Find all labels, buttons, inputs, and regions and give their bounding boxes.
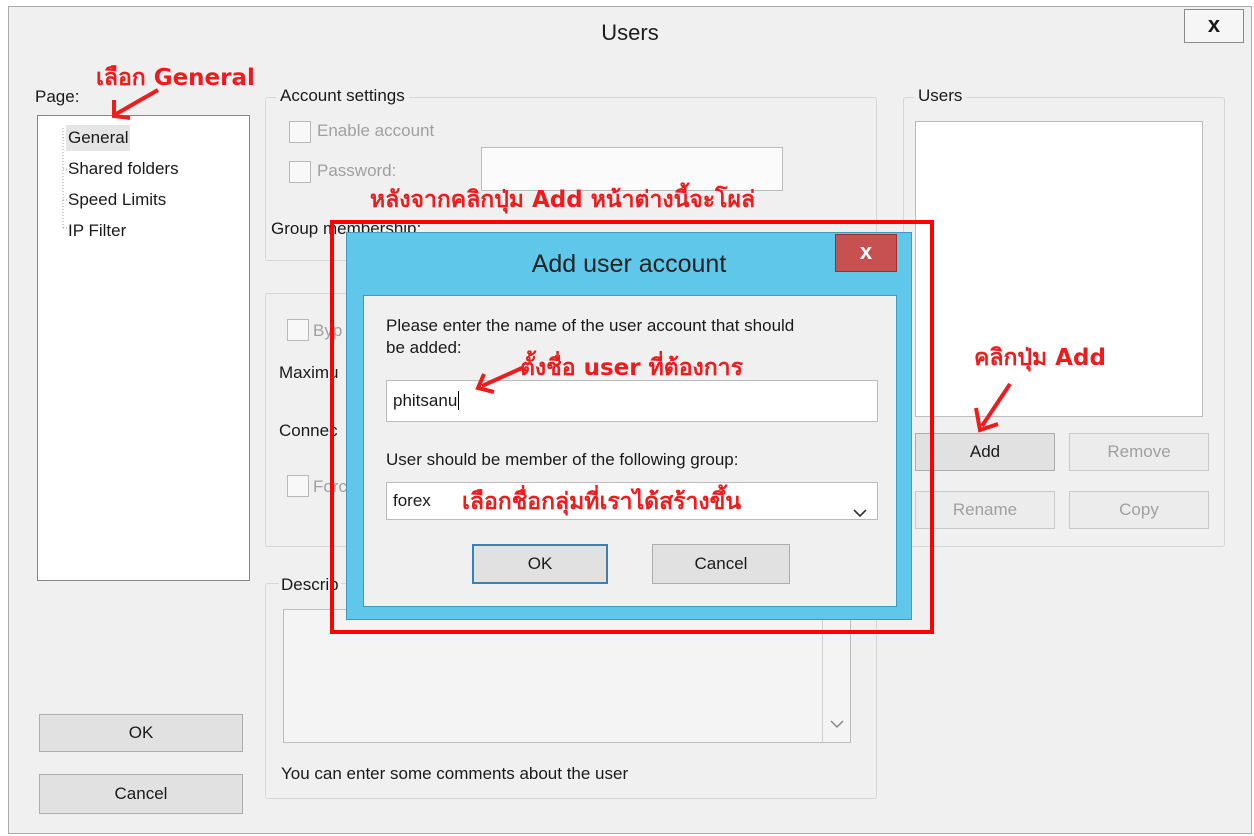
username-input[interactable]: phitsanu: [386, 380, 878, 422]
page-tree[interactable]: General Shared folders Speed Limits IP F…: [37, 115, 250, 581]
chevron-down-icon[interactable]: [853, 495, 867, 531]
users-group-title: Users: [914, 86, 967, 106]
tree-item-ip-filter[interactable]: IP Filter: [66, 218, 128, 244]
window-title: Users: [601, 20, 659, 45]
tree-item-speed-limits[interactable]: Speed Limits: [66, 187, 168, 213]
username-value: phitsanu: [393, 391, 458, 410]
copy-button[interactable]: Copy: [1069, 491, 1209, 529]
enable-account-checkbox[interactable]: [289, 121, 311, 143]
annotation-click-add: คลิกปุ่ม Add: [974, 345, 1106, 371]
dialog-title: Add user account: [531, 250, 727, 278]
group-select-label: User should be member of the following g…: [386, 450, 739, 469]
add-button[interactable]: Add: [915, 433, 1055, 471]
force-checkbox[interactable]: [287, 475, 309, 497]
arrow-annotation-icon: [974, 382, 1012, 433]
ok-button[interactable]: OK: [39, 714, 243, 752]
window-close-button[interactable]: x: [1184, 9, 1244, 43]
dialog-close-button[interactable]: x: [835, 234, 897, 272]
add-user-dialog: Add user account x Please enter the name…: [346, 232, 912, 620]
annotation-select-group: เลือกชื่อกลุ่มที่เราได้สร้างขึ้น: [462, 489, 742, 515]
cancel-button[interactable]: Cancel: [39, 774, 243, 814]
bypass-checkbox[interactable]: [287, 319, 309, 341]
dialog-cancel-button[interactable]: Cancel: [652, 544, 790, 584]
chevron-down-icon[interactable]: [830, 718, 844, 732]
annotation-set-user-name: ตั้งชื่อ user ที่ต้องการ: [520, 355, 743, 381]
password-checkbox[interactable]: [289, 161, 311, 183]
tree-item-shared-folders[interactable]: Shared folders: [66, 156, 181, 182]
description-hint: You can enter some comments about the us…: [281, 764, 629, 783]
arrow-annotation-icon: [112, 88, 159, 120]
remove-button[interactable]: Remove: [1069, 433, 1209, 471]
page-label: Page:: [35, 87, 80, 106]
arrow-annotation-icon: [475, 366, 523, 394]
group-selected-value: forex: [393, 491, 431, 510]
rename-button[interactable]: Rename: [915, 491, 1055, 529]
annotation-after-click-add: หลังจากคลิกปุ่ม Add หน้าต่างนี้จะโผล่: [370, 187, 756, 213]
account-settings-title: Account settings: [276, 86, 409, 106]
dialog-ok-button[interactable]: OK: [472, 544, 608, 584]
dialog-body: Please enter the name of the user accoun…: [363, 295, 897, 607]
connections-label: Connec: [279, 421, 338, 440]
password-label: Password:: [317, 161, 397, 180]
dialog-prompt-line2: be added:: [386, 338, 462, 357]
text-cursor: [458, 391, 460, 410]
dialog-prompt-line1: Please enter the name of the user accoun…: [386, 316, 795, 335]
enable-account-label: Enable account: [317, 121, 435, 140]
tree-item-general[interactable]: General: [66, 125, 131, 151]
